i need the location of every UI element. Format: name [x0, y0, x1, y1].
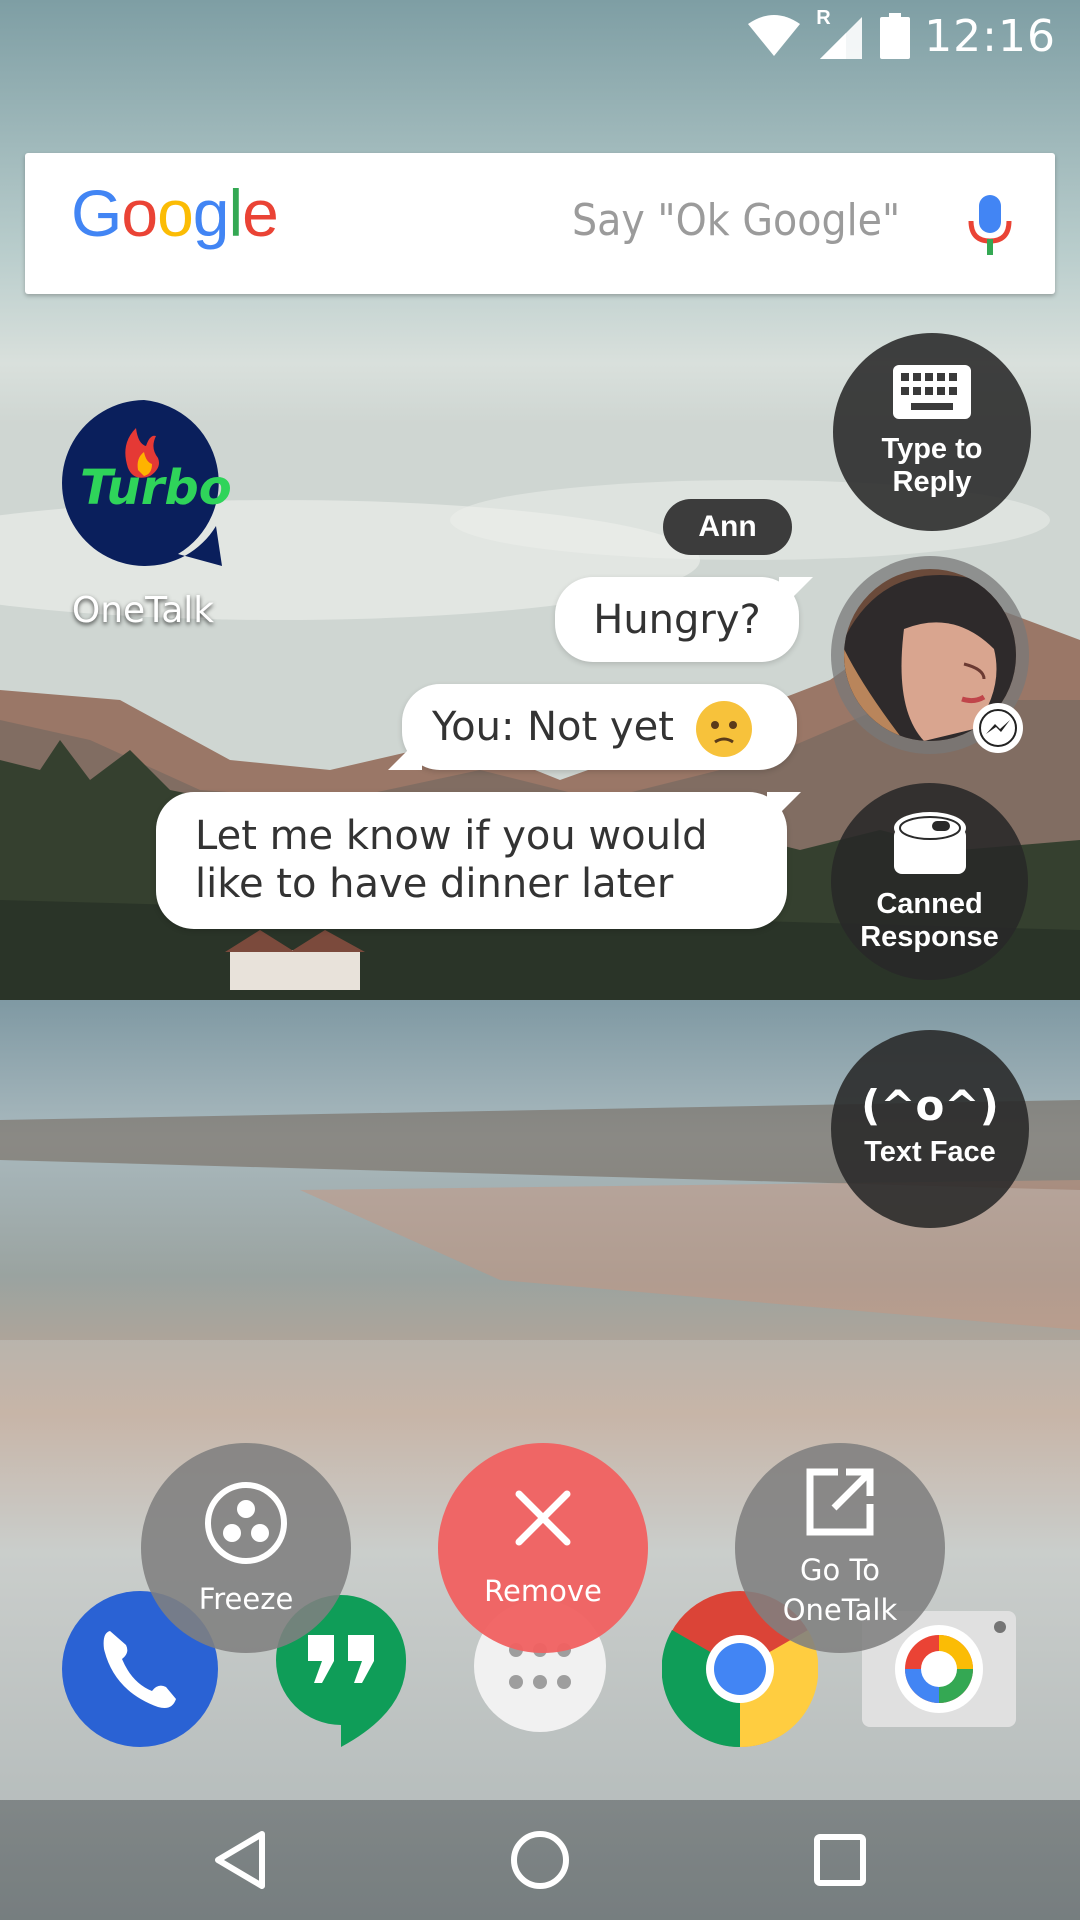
freeze-label: Freeze [198, 1582, 294, 1616]
canned-response-button[interactable]: Canned Response [831, 783, 1028, 980]
message-text: Let me know if you would like to have di… [195, 813, 708, 907]
type-to-reply-label: Type to Reply [881, 433, 983, 498]
navigation-bar [0, 1800, 1080, 1920]
message-bubble[interactable]: Hungry? [555, 577, 813, 662]
wifi-icon [748, 15, 801, 56]
message-text: You: Not yet [432, 704, 674, 750]
cell-signal-icon: R [816, 7, 866, 61]
remove-label: Remove [484, 1574, 602, 1608]
home-icon [511, 1831, 569, 1889]
sender-name: Ann [663, 499, 792, 555]
home-button[interactable] [460, 1800, 620, 1920]
back-button[interactable] [160, 1800, 320, 1920]
canned-food-icon [893, 811, 966, 874]
freeze-icon [205, 1482, 287, 1564]
close-icon [515, 1490, 571, 1546]
google-logo-letter: G [71, 176, 122, 250]
message-text: Hungry? [593, 596, 761, 643]
text-face-glyph: (^o^) [861, 1081, 999, 1130]
recents-icon [814, 1834, 866, 1886]
google-search-bar[interactable]: Google Say "Ok Google" [25, 153, 1055, 294]
search-hint: Say "Ok Google" [572, 195, 901, 246]
message-bubble[interactable]: Let me know if you would like to have di… [156, 792, 801, 929]
google-logo-letter: l [228, 176, 244, 250]
text-face-label: Text Face [864, 1136, 996, 1168]
text-face-button[interactable]: (^o^) Text Face [831, 1030, 1029, 1228]
open-external-icon [806, 1468, 874, 1536]
status-time: 12:16 [924, 10, 1056, 62]
go-to-onetalk-button[interactable]: Go To OneTalk [735, 1443, 945, 1653]
roaming-indicator: R [816, 7, 831, 29]
keyboard-icon [893, 365, 971, 419]
worried-face-emoji-icon [696, 701, 752, 757]
message-bubble[interactable]: You: Not yet [388, 684, 797, 770]
back-icon [215, 1831, 265, 1889]
google-logo-letter: e [242, 176, 279, 250]
mic-icon[interactable] [965, 193, 1015, 257]
status-bar: R 12:16 [0, 0, 1080, 72]
google-logo: Google [71, 175, 279, 251]
google-logo-letter: o [157, 176, 194, 250]
type-to-reply-button[interactable]: Type to Reply [833, 333, 1031, 531]
google-logo-letter: o [121, 176, 158, 250]
messenger-badge [973, 703, 1023, 753]
onetalk-app-icon[interactable]: Turbo [58, 398, 232, 575]
turbo-logo-text: Turbo [80, 460, 232, 516]
recents-button[interactable] [760, 1800, 920, 1920]
remove-button[interactable]: Remove [438, 1443, 648, 1653]
go-to-onetalk-label: Go To OneTalk [782, 1553, 898, 1627]
freeze-button[interactable]: Freeze [141, 1443, 351, 1653]
google-logo-letter: g [192, 176, 230, 250]
battery-icon [880, 13, 911, 59]
onetalk-app-label: OneTalk [71, 590, 215, 631]
canned-response-label: Canned Response [860, 887, 999, 953]
messenger-icon [979, 709, 1017, 747]
